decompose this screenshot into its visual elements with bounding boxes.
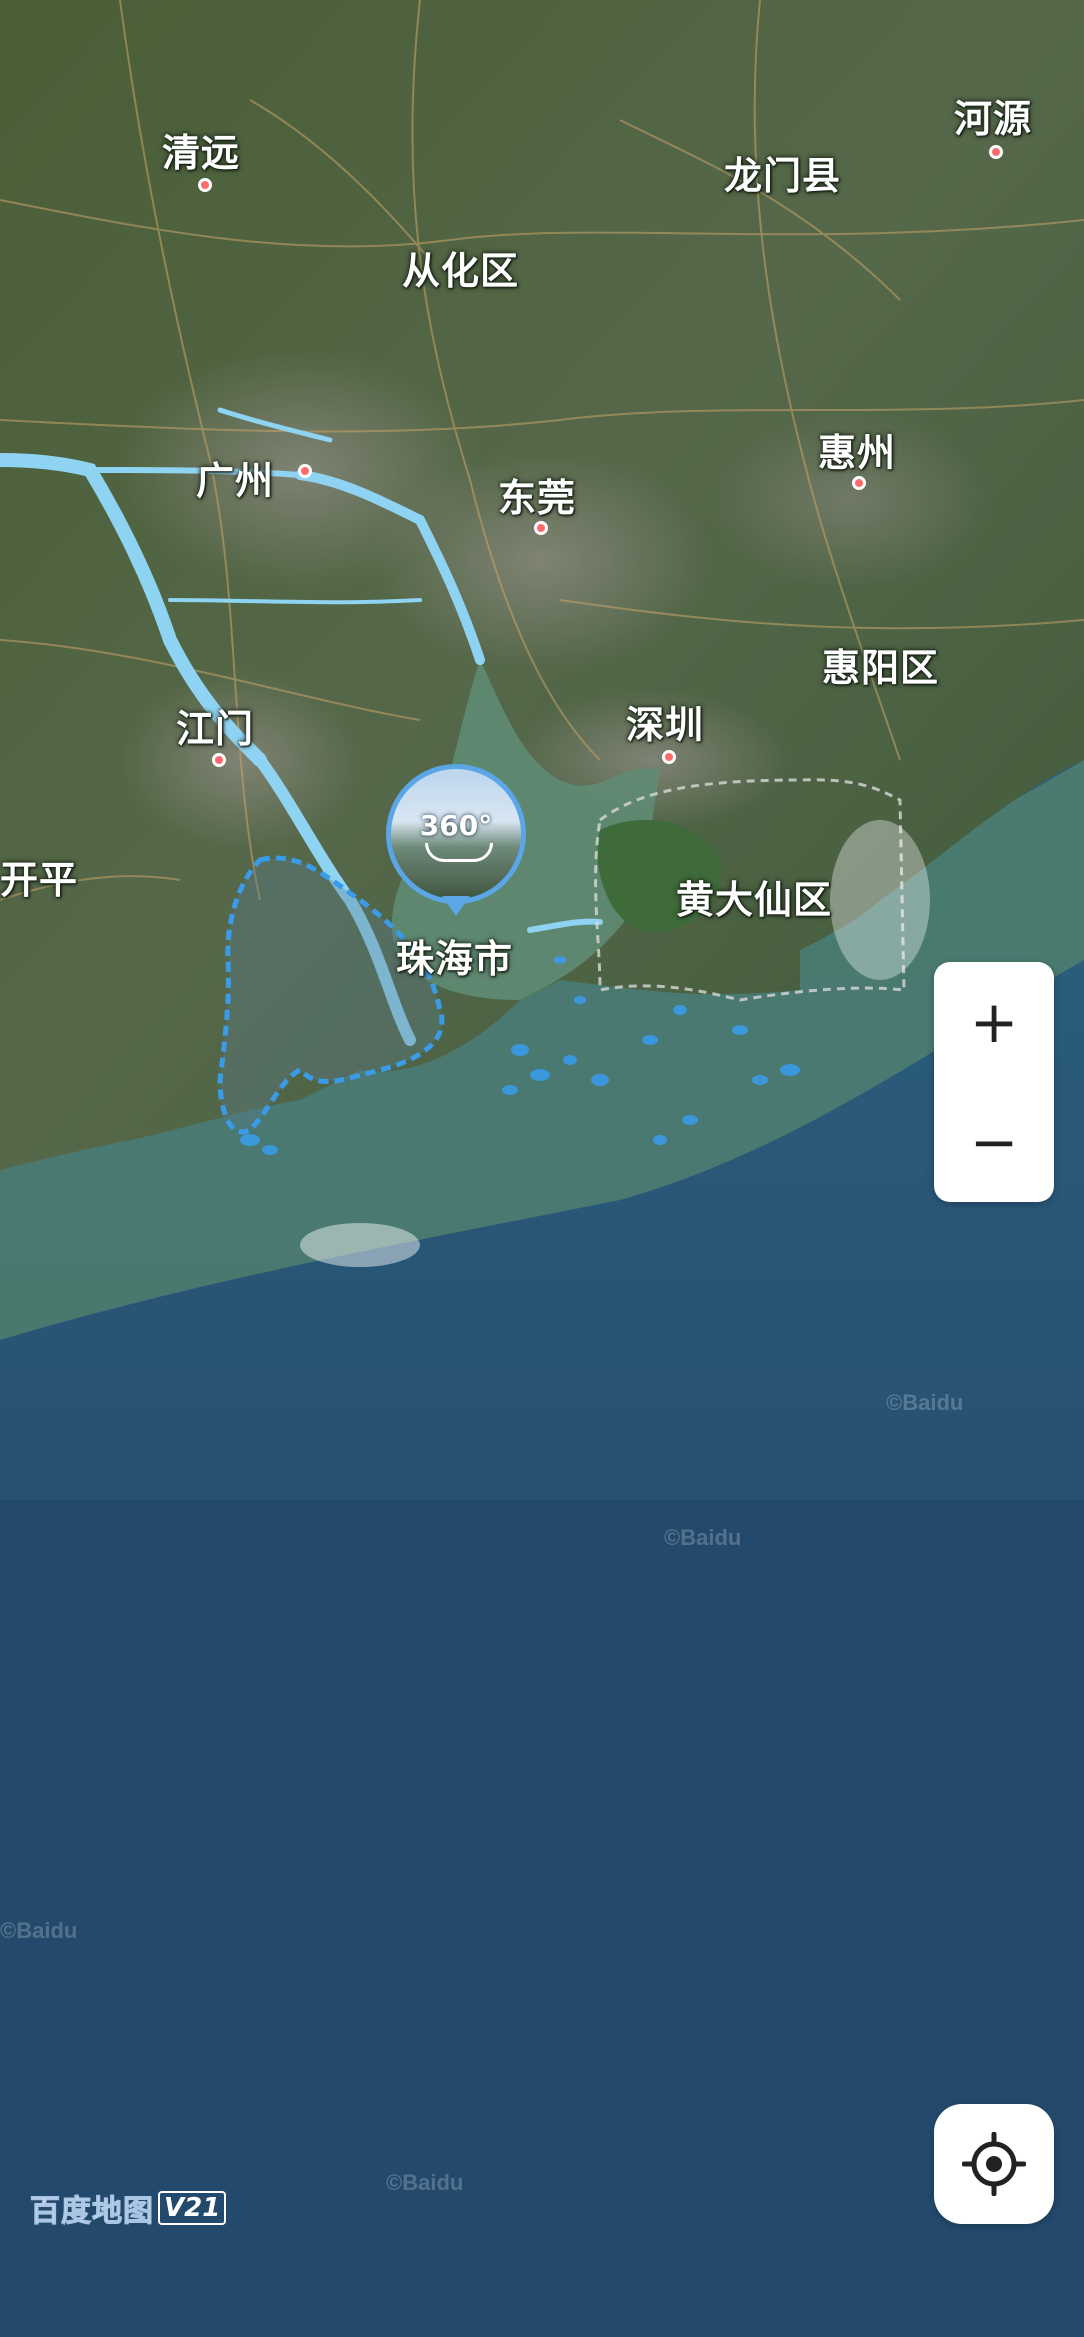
watermark: ©Baidu bbox=[386, 2170, 464, 2195]
baidu-map-logo: 百度地图 V21 bbox=[30, 2190, 227, 2230]
city-label-dongguan[interactable]: 东莞 bbox=[498, 467, 576, 522]
panorama-360-icon: 360° bbox=[419, 809, 493, 842]
city-label-heyuan[interactable]: 河源 bbox=[954, 88, 1032, 143]
zoom-controls: + − bbox=[934, 962, 1054, 1202]
rotate-arrow-icon bbox=[425, 843, 493, 862]
city-label-kaiping[interactable]: 开平 bbox=[0, 849, 78, 904]
watermark: ©Baidu bbox=[0, 1918, 78, 1943]
locate-crosshair-icon bbox=[962, 2132, 1026, 2196]
watermark: ©Baidu bbox=[664, 1525, 742, 1550]
watermark: ©Baidu bbox=[886, 1390, 964, 1415]
city-dot-jiangmen bbox=[212, 753, 226, 767]
locate-button[interactable] bbox=[934, 2104, 1054, 2224]
city-label-longmen[interactable]: 龙门县 bbox=[724, 145, 841, 200]
city-label-guangzhou[interactable]: 广州 bbox=[196, 450, 274, 505]
city-dot-qingyuan bbox=[198, 178, 212, 192]
city-label-huizhou[interactable]: 惠州 bbox=[818, 422, 896, 477]
zoom-in-button[interactable]: + bbox=[934, 962, 1054, 1082]
logo-text: 百度地图 bbox=[30, 2194, 154, 2230]
city-dot-guangzhou bbox=[298, 464, 312, 478]
city-dot-dongguan bbox=[534, 521, 548, 535]
panorama-pin-pointer bbox=[442, 896, 470, 916]
city-dot-heyuan bbox=[989, 145, 1003, 159]
city-label-huiyang[interactable]: 惠阳区 bbox=[822, 637, 939, 692]
city-label-huangdaxian[interactable]: 黄大仙区 bbox=[676, 869, 832, 924]
city-label-qingyuan[interactable]: 清远 bbox=[162, 122, 240, 177]
logo-version: V21 bbox=[158, 2191, 227, 2225]
satellite-map[interactable] bbox=[0, 0, 1084, 2337]
panorama-360-marker[interactable]: 360° bbox=[386, 764, 526, 904]
city-label-zhuhai[interactable]: 珠海市 bbox=[396, 928, 513, 983]
city-label-shenzhen[interactable]: 深圳 bbox=[626, 694, 704, 749]
zoom-out-button[interactable]: − bbox=[934, 1082, 1054, 1202]
city-label-jiangmen[interactable]: 江门 bbox=[176, 698, 254, 753]
city-dot-huizhou bbox=[852, 476, 866, 490]
city-label-conghua[interactable]: 从化区 bbox=[402, 240, 519, 295]
city-dot-shenzhen bbox=[662, 750, 676, 764]
